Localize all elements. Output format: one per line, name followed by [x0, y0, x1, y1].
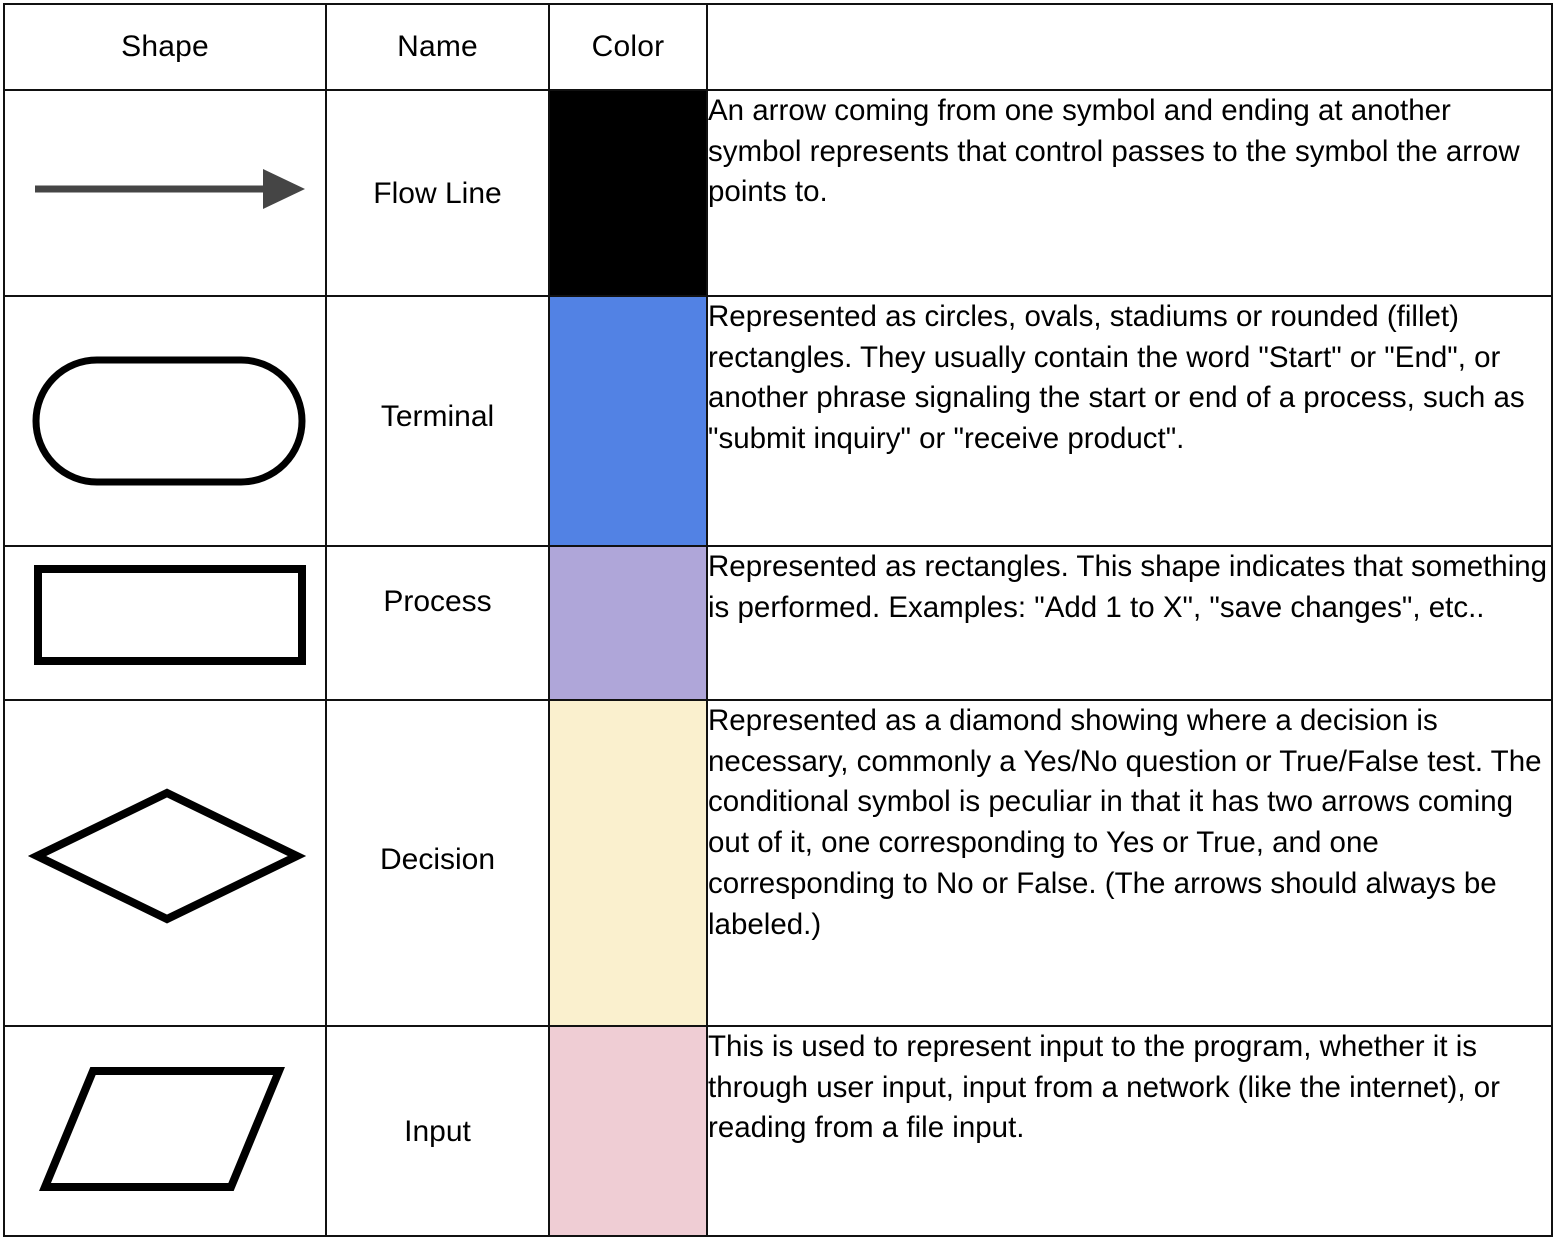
color-swatch-pink — [550, 1027, 706, 1235]
diamond-decision-icon — [27, 788, 307, 924]
shape-name-label: Process — [383, 585, 492, 618]
column-header-name: Name — [325, 3, 550, 91]
column-header-shape: Shape — [3, 3, 327, 91]
table-row: Decision Represented as a diamond showin… — [3, 699, 1553, 1027]
color-swatch-black — [550, 91, 706, 295]
color-swatch-pale-yellow — [550, 701, 706, 1025]
description-cell-terminal: Represented as circles, ovals, stadiums … — [706, 295, 1553, 547]
color-cell-flow-line — [548, 89, 708, 297]
description-cell-process: Represented as rectangles. This shape in… — [706, 545, 1553, 701]
shape-cell-flow-line — [3, 89, 327, 297]
color-swatch-purple — [550, 547, 706, 699]
description-cell-decision: Represented as a diamond showing where a… — [706, 699, 1553, 1027]
description-cell-flow-line: An arrow coming from one symbol and endi… — [706, 89, 1553, 297]
name-cell-terminal: Terminal — [325, 295, 550, 547]
color-cell-input — [548, 1025, 708, 1237]
color-swatch-blue — [550, 297, 706, 545]
shape-name-label: Decision — [379, 843, 496, 876]
name-cell-input: Input — [325, 1025, 550, 1237]
flowchart-symbols-table: Shape Name Color Flow Line An arrow comi… — [3, 3, 1553, 1237]
table-row: Process Represented as rectangles. This … — [3, 545, 1553, 701]
shape-name-label: Input — [404, 1115, 471, 1148]
shape-cell-process — [3, 545, 327, 701]
column-header-color: Color — [548, 3, 708, 91]
table-header-row: Shape Name Color — [3, 3, 1553, 91]
color-cell-decision — [548, 699, 708, 1027]
stadium-terminal-icon — [32, 356, 306, 486]
flow-line-arrow-icon — [35, 169, 305, 209]
table-row: Flow Line An arrow coming from one symbo… — [3, 89, 1553, 297]
shape-cell-decision — [3, 699, 327, 1027]
name-cell-flow-line: Flow Line — [325, 89, 550, 297]
table-row: Terminal Represented as circles, ovals, … — [3, 295, 1553, 547]
color-cell-terminal — [548, 295, 708, 547]
shape-cell-terminal — [3, 295, 327, 547]
shape-cell-input — [3, 1025, 327, 1237]
column-header-description — [706, 3, 1553, 91]
rectangle-process-icon — [34, 565, 306, 665]
flowchart-symbols-sheet: Shape Name Color Flow Line An arrow comi… — [0, 3, 1554, 1237]
table-row: Input This is used to represent input to… — [3, 1025, 1553, 1237]
description-cell-input: This is used to represent input to the p… — [706, 1025, 1553, 1237]
shape-name-label: Flow Line — [373, 177, 502, 210]
parallelogram-input-icon — [39, 1067, 285, 1191]
name-cell-decision: Decision — [325, 699, 550, 1027]
color-cell-process — [548, 545, 708, 701]
shape-name-label: Terminal — [380, 400, 495, 433]
name-cell-process: Process — [325, 545, 550, 701]
